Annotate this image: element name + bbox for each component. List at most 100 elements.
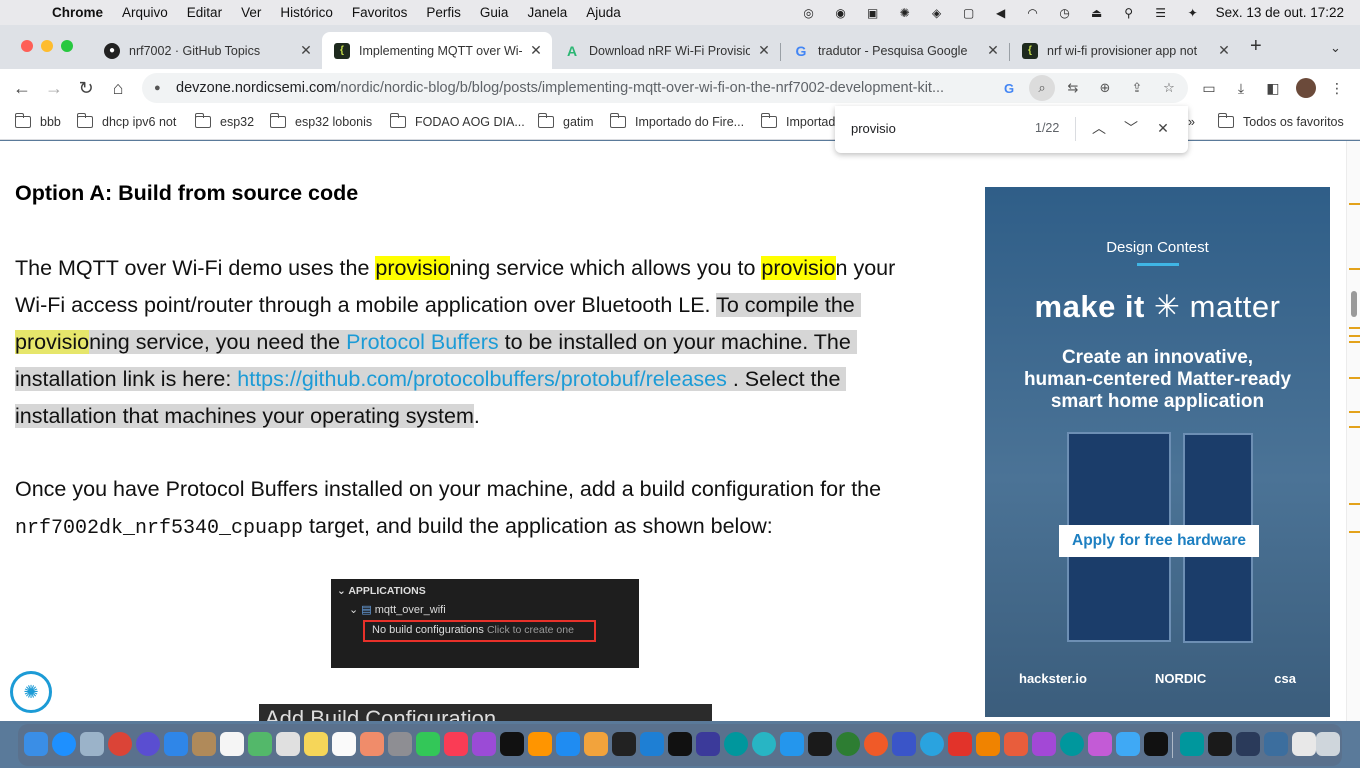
app-icon[interactable]	[808, 732, 832, 756]
telegram-icon[interactable]	[920, 732, 944, 756]
menu-historico[interactable]: Histórico	[280, 5, 333, 20]
protobuf-releases-link[interactable]: https://github.com/protocolbuffers/proto…	[237, 367, 727, 391]
close-tab-icon[interactable]: ✕	[528, 42, 544, 59]
find-input[interactable]: provisio	[851, 121, 896, 136]
tab-search-chevron-icon[interactable]: ⌄	[1330, 40, 1341, 56]
notes-icon[interactable]	[304, 732, 328, 756]
siri-icon[interactable]: ✦	[1184, 6, 1202, 20]
creative-cloud-icon[interactable]: ◎	[800, 6, 818, 20]
safari-icon[interactable]	[52, 732, 76, 756]
books-icon[interactable]	[528, 732, 552, 756]
reload-button[interactable]: ↻	[75, 77, 97, 99]
close-tab-icon[interactable]: ✕	[985, 42, 1001, 59]
wifi-sync-icon[interactable]: ◉	[832, 6, 850, 20]
menu-janela[interactable]: Janela	[527, 5, 567, 20]
mail-icon[interactable]	[164, 732, 188, 756]
download-icon[interactable]: ⤓	[1232, 79, 1250, 97]
menu-app-name[interactable]: Chrome	[52, 5, 103, 20]
vertical-scrollbar[interactable]	[1346, 141, 1360, 721]
bookmarks-overflow-button[interactable]: »	[1188, 115, 1195, 129]
vlc-icon[interactable]	[976, 732, 1000, 756]
menu-ver[interactable]: Ver	[241, 5, 261, 20]
photos-icon[interactable]	[360, 732, 384, 756]
vscode-icon[interactable]	[640, 732, 664, 756]
music-icon[interactable]	[444, 732, 468, 756]
close-tab-icon[interactable]: ✕	[298, 42, 314, 59]
close-tab-icon[interactable]: ✕	[1216, 42, 1232, 59]
contacts-icon[interactable]	[192, 732, 216, 756]
time-machine-icon[interactable]: ◷	[1056, 6, 1074, 20]
google-lens-icon[interactable]: G	[1000, 79, 1018, 97]
podcasts-icon[interactable]	[472, 732, 496, 756]
forward-button[interactable]: →	[43, 77, 65, 99]
menu-arquivo[interactable]: Arquivo	[122, 5, 168, 20]
anydesk-icon[interactable]	[948, 732, 972, 756]
wifi-icon[interactable]: ◠	[1024, 6, 1042, 20]
arduino-icon[interactable]	[1060, 732, 1084, 756]
close-tab-icon[interactable]: ✕	[756, 42, 772, 59]
minimize-window-button[interactable]	[41, 40, 53, 52]
app-icon[interactable]	[1264, 732, 1288, 756]
app-icon[interactable]	[1236, 732, 1260, 756]
facetime-icon[interactable]	[416, 732, 440, 756]
find-next-icon[interactable]: ﹀	[1122, 119, 1140, 137]
find-close-icon[interactable]: ✕	[1154, 119, 1172, 137]
ad-cta-button[interactable]: Apply for free hardware	[1059, 525, 1259, 557]
bookmark-folder[interactable]: Importad	[760, 113, 835, 129]
protocol-buffers-link[interactable]: Protocol Buffers	[346, 330, 499, 354]
chrome-icon[interactable]	[108, 732, 132, 756]
find-in-page-icon[interactable]: ⌕	[1029, 75, 1055, 101]
settings-icon[interactable]	[388, 732, 412, 756]
reminders-icon[interactable]	[332, 732, 356, 756]
terminal-icon[interactable]	[612, 732, 636, 756]
menu-editar[interactable]: Editar	[187, 5, 222, 20]
side-panel-icon[interactable]: ◧	[1264, 79, 1282, 97]
finder-icon[interactable]	[24, 732, 48, 756]
calendar-icon[interactable]	[220, 732, 244, 756]
ad-banner[interactable]: Design Contest make it ✳ matter Create a…	[985, 187, 1330, 717]
eject-icon[interactable]: ⏏	[1088, 6, 1106, 20]
app-icon[interactable]	[1116, 732, 1140, 756]
arduino-icon[interactable]	[724, 732, 748, 756]
app-icon[interactable]	[1208, 732, 1232, 756]
back-button[interactable]: ←	[11, 77, 33, 99]
address-bar[interactable]: ● devzone.nordicsemi.com /nordic/nordic-…	[142, 73, 1188, 103]
app-store-icon[interactable]	[556, 732, 580, 756]
cast-icon[interactable]: ▭	[1200, 79, 1218, 97]
app-icon[interactable]	[892, 732, 916, 756]
app-icon[interactable]	[752, 732, 776, 756]
more-menu-icon[interactable]: ⋮	[1328, 79, 1346, 97]
textedit-icon[interactable]	[276, 732, 300, 756]
launchpad-icon[interactable]	[80, 732, 104, 756]
bookmark-folder[interactable]: FODAO AOG DIA...	[389, 113, 525, 129]
tab-nrf-provisioner-app[interactable]: { nrf wi-fi provisioner app not ✕	[1010, 32, 1240, 69]
share-icon[interactable]: ⇪	[1128, 79, 1146, 97]
trash-icon[interactable]	[1316, 732, 1340, 756]
app-icon[interactable]	[696, 732, 720, 756]
volume-icon[interactable]: ◀	[992, 6, 1010, 20]
bookmark-star-icon[interactable]: ☆	[1160, 79, 1178, 97]
bookmark-folder[interactable]: esp32	[194, 113, 254, 129]
garageband-icon[interactable]	[584, 732, 608, 756]
zoom-icon[interactable]: ⊕	[1096, 79, 1114, 97]
window-icon[interactable]: ▢	[960, 6, 978, 20]
intellij-icon[interactable]	[668, 732, 692, 756]
app-icon[interactable]	[1088, 732, 1112, 756]
find-previous-icon[interactable]: ︿	[1090, 119, 1108, 137]
tab-github-topics[interactable]: ● nrf7002 · GitHub Topics ✕	[92, 32, 322, 69]
app-icon[interactable]	[1180, 732, 1204, 756]
tab-implementing-mqtt[interactable]: { Implementing MQTT over Wi-Fi ✕	[322, 32, 552, 69]
tab-download-provisioner[interactable]: A Download nRF Wi-Fi Provisioner ✕	[552, 32, 780, 69]
drive-icon[interactable]: ▣	[864, 6, 882, 20]
menu-guia[interactable]: Guia	[480, 5, 509, 20]
app-icon[interactable]	[1004, 732, 1028, 756]
new-tab-button[interactable]: +	[1250, 35, 1262, 58]
maps-icon[interactable]	[248, 732, 272, 756]
nvidia-icon[interactable]: ◈	[928, 6, 946, 20]
all-bookmarks-folder[interactable]: Todos os favoritos	[1217, 113, 1344, 129]
menu-perfis[interactable]: Perfis	[426, 5, 461, 20]
docker-icon[interactable]	[780, 732, 804, 756]
scrollbar-thumb[interactable]	[1351, 291, 1357, 317]
zoom-window-button[interactable]	[61, 40, 73, 52]
menu-favoritos[interactable]: Favoritos	[352, 5, 408, 20]
